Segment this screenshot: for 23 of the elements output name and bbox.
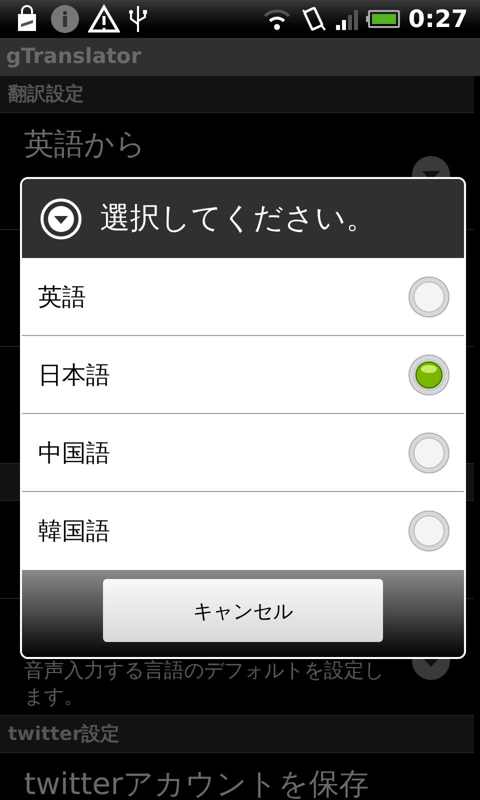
signal-icon xyxy=(336,7,358,31)
radio-button[interactable] xyxy=(408,510,450,552)
language-option[interactable]: 日本語 xyxy=(22,336,464,414)
dialog-title: 選択してください。 xyxy=(100,200,376,238)
language-option[interactable]: 中国語 xyxy=(22,414,464,492)
clock-time: 0:27 xyxy=(408,4,468,35)
cancel-button[interactable]: キャンセル xyxy=(103,579,383,642)
section-header: 翻訳設定 xyxy=(8,82,84,107)
dropdown-icon xyxy=(40,198,82,240)
language-option[interactable]: 韓国語 xyxy=(22,492,464,570)
language-option[interactable]: 英語 xyxy=(22,258,464,336)
warning-icon xyxy=(88,4,120,34)
battery-icon xyxy=(366,9,400,29)
usb-icon xyxy=(128,4,148,34)
app-title: gTranslator xyxy=(6,43,142,70)
radio-button[interactable] xyxy=(408,432,450,474)
preference-summary: 音声入力する言語のデフォルトを設定します。 xyxy=(24,657,385,709)
info-icon xyxy=(50,4,80,34)
preference-title: 英語から xyxy=(24,126,147,164)
radio-button[interactable] xyxy=(408,276,450,318)
radio-button[interactable] xyxy=(408,354,450,396)
section-header: twitter設定 xyxy=(8,722,120,747)
preference-title: twitterアカウントを保存 xyxy=(24,766,370,800)
